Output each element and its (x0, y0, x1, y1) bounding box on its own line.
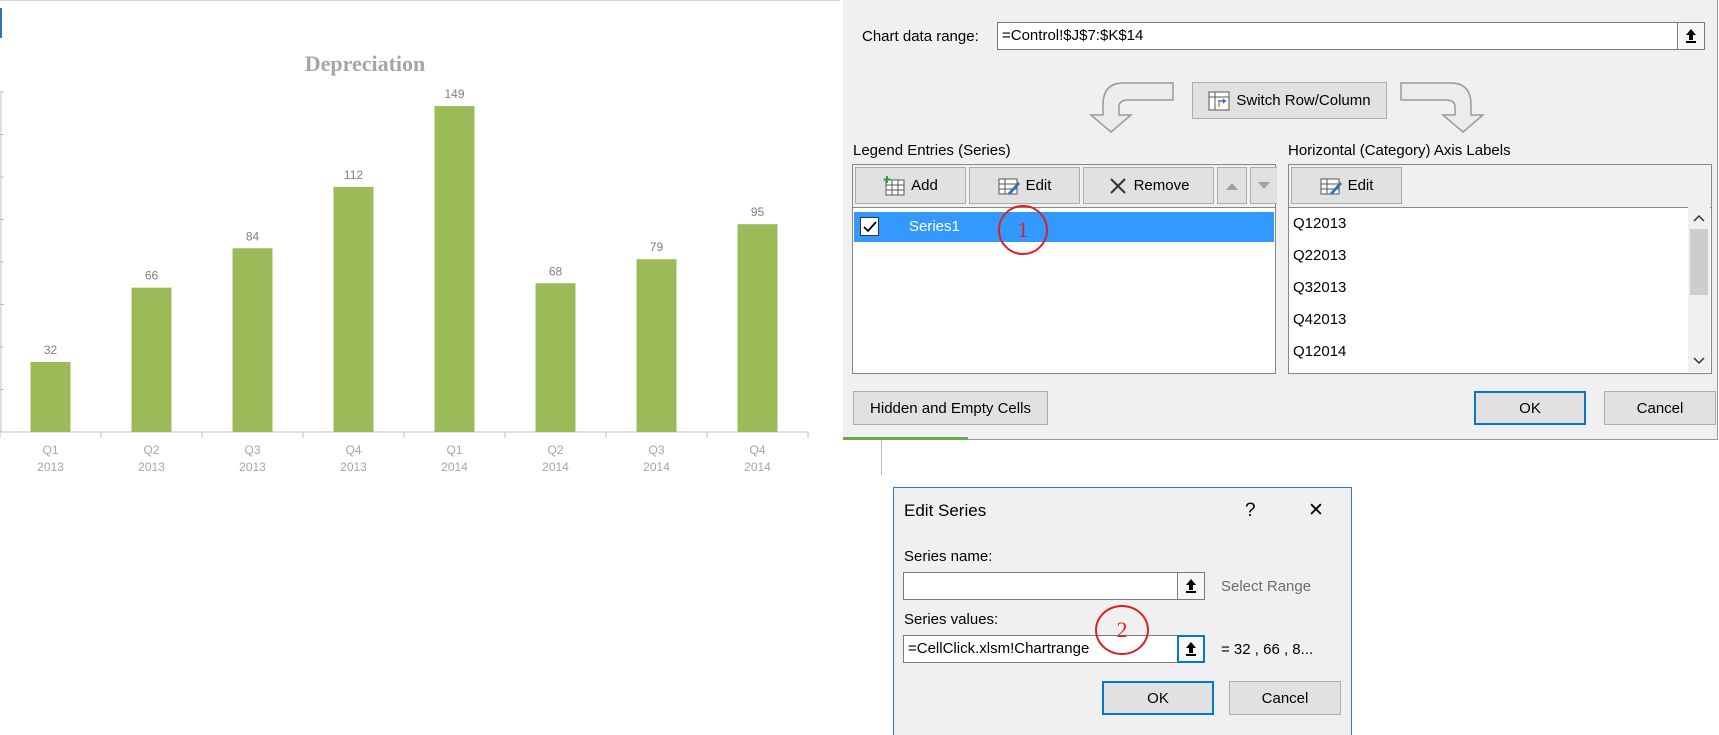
chart-data-range-label: Chart data range: (862, 28, 979, 45)
switch-row-column-button[interactable]: Switch Row/Column (1192, 82, 1387, 119)
bar (434, 106, 475, 432)
x-tick-label: Q3 (244, 443, 260, 457)
x-tick-label: Q4 (345, 443, 361, 457)
bar (131, 287, 172, 432)
data-label: 95 (751, 205, 765, 219)
checkmark-icon (862, 220, 877, 232)
x-tick-label: 2013 (239, 460, 266, 474)
cancel-button[interactable]: Cancel (1604, 391, 1716, 425)
move-down-button[interactable] (1250, 167, 1277, 204)
x-tick-label: Q2 (143, 443, 159, 457)
axis-label-item[interactable]: Q12014 (1293, 343, 1346, 360)
scrollbar-thumb[interactable] (1690, 229, 1708, 295)
chart-data-range-input[interactable]: =Control!$J$7:$K$14 (997, 22, 1679, 50)
edit-table-icon (1320, 178, 1342, 195)
collapse-dialog-icon (1686, 29, 1696, 43)
hidden-empty-cells-button[interactable]: Hidden and Empty Cells (853, 391, 1048, 425)
legend-toolbar: Add Edit Remove (853, 165, 1277, 208)
data-label: 79 (650, 240, 664, 254)
x-tick-label: 2014 (744, 460, 771, 474)
x-tick-label: 2013 (138, 460, 165, 474)
data-label: 66 (145, 269, 159, 283)
left-curve-arrow-icon (1088, 82, 1174, 133)
select-range-hint: Select Range (1221, 578, 1312, 595)
add-series-button[interactable]: Add (855, 167, 966, 204)
series-name-collapse-button[interactable] (1177, 572, 1205, 600)
ok-button[interactable]: OK (1474, 391, 1586, 425)
axis-list-scrollbar[interactable] (1688, 207, 1710, 372)
x-tick-label: Q3 (648, 443, 664, 457)
x-tick-label: 2014 (441, 460, 468, 474)
axis-labels-panel: Edit Q12013 Q22013 Q32013 Q42013 Q12014 (1288, 164, 1712, 374)
chart-title: Depreciation (305, 51, 426, 76)
chart-svg: Depreciation 32 Q1 2013 66 Q2 2013 84 Q3 2013 112… (0, 51, 809, 474)
legend-entries-header: Legend Entries (Series) (853, 142, 1011, 159)
x-tick-label: Q1 (42, 443, 58, 457)
depreciation-chart[interactable]: Depreciation 32 Q1 2013 66 Q2 2013 84 Q3 2013 112… (0, 0, 840, 500)
switch-row-column-icon (1208, 91, 1230, 110)
axis-label-item[interactable]: Q12013 (1293, 215, 1346, 232)
add-table-icon (883, 175, 905, 195)
remove-series-button[interactable]: Remove (1083, 167, 1214, 204)
bar (737, 224, 778, 432)
data-label: 84 (246, 229, 260, 243)
axis-toolbar: Edit (1289, 165, 1711, 208)
range-collapse-button[interactable] (1677, 22, 1705, 50)
bar (535, 283, 576, 432)
edit-series-title: Edit Series (904, 501, 987, 520)
help-icon[interactable]: ? (1245, 500, 1256, 522)
sheet-gridline (881, 440, 882, 475)
x-tick-label: 2014 (542, 460, 569, 474)
axis-labels-header: Horizontal (Category) Axis Labels (1288, 142, 1511, 159)
x-tick-label: 2013 (340, 460, 367, 474)
scroll-down-icon[interactable] (1691, 353, 1707, 369)
series-list-item[interactable]: Series1 (854, 212, 1274, 242)
edit-series-cancel-button[interactable]: Cancel (1229, 681, 1341, 715)
series-values-collapse-button[interactable] (1177, 635, 1205, 663)
right-curve-arrow-icon (1400, 82, 1486, 133)
edit-axis-labels-button[interactable]: Edit (1291, 167, 1402, 204)
data-label: 68 (549, 264, 563, 278)
x-tick-label: Q4 (749, 443, 765, 457)
data-label: 32 (44, 343, 58, 357)
collapse-dialog-icon (1186, 642, 1196, 656)
select-data-dialog: Chart data range: =Control!$J$7:$K$14 Sw… (843, 0, 1718, 440)
edit-table-icon (998, 178, 1020, 195)
data-label: 112 (344, 168, 363, 182)
series-name-input[interactable] (903, 572, 1179, 600)
remove-x-icon (1109, 177, 1126, 194)
axis-label-item[interactable]: Q42013 (1293, 311, 1346, 328)
triangle-up-icon (1226, 182, 1238, 190)
bar (232, 248, 273, 432)
sheet-tab-accent (843, 437, 968, 440)
series-values-preview: = 32 , 66 , 8... (1221, 641, 1314, 658)
axis-label-item[interactable]: Q22013 (1293, 247, 1346, 264)
edit-series-button[interactable]: Edit (969, 167, 1080, 204)
annotation-marker-2: 2 (1095, 605, 1149, 655)
annotation-marker-1: 1 (998, 205, 1048, 255)
triangle-down-icon (1258, 181, 1270, 189)
x-tick-label: 2014 (643, 460, 670, 474)
scroll-up-icon[interactable] (1691, 210, 1707, 226)
bar (636, 259, 677, 432)
series-name-label: Series name: (904, 548, 993, 565)
x-tick-label: Q2 (547, 443, 563, 457)
legend-entries-panel: Add Edit Remove Series1 (852, 164, 1277, 374)
x-tick-label: 2013 (37, 460, 64, 474)
bar (333, 187, 374, 432)
move-up-button[interactable] (1217, 167, 1247, 204)
bar (30, 362, 71, 432)
axis-label-item[interactable]: Q32013 (1293, 279, 1346, 296)
series-values-label: Series values: (904, 611, 999, 628)
collapse-dialog-icon (1186, 579, 1196, 593)
series-checkbox[interactable] (860, 217, 879, 236)
data-label: 149 (444, 87, 464, 101)
edit-series-ok-button[interactable]: OK (1102, 681, 1214, 715)
close-icon[interactable]: ✕ (1308, 499, 1324, 522)
series-name: Series1 (909, 218, 960, 235)
x-tick-label: Q1 (446, 443, 462, 457)
